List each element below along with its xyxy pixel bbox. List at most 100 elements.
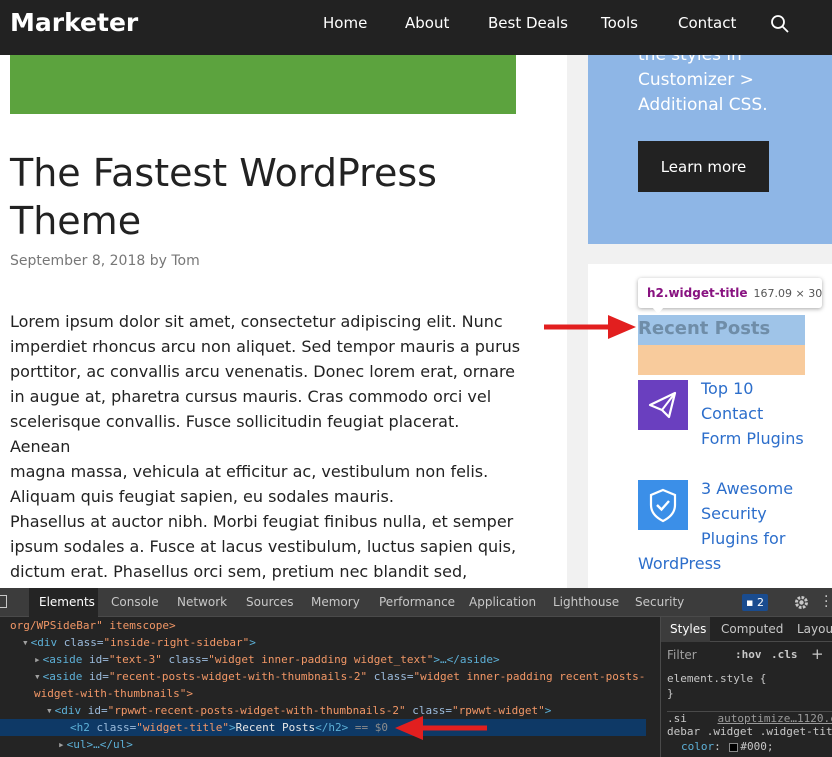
site-logo[interactable]: Marketer [10,8,138,37]
inspect-highlight-margin [638,345,805,375]
tab-network[interactable]: Network [177,588,227,617]
dom-node[interactable]: org/WPSideBar" itemscope> [10,617,176,634]
paragraph-line: porttitor, ac convallis arcu venenatis. … [10,362,516,381]
rule-selector-line: debar .widget .widget-tit [667,725,832,738]
tab-styles[interactable]: Styles [661,617,710,642]
issues-badge[interactable]: ▪ 2 [742,594,768,611]
paragraph-line: scelerisque convallis. Fusce sollicitudi… [10,412,460,456]
dom-tag: aside [49,653,83,666]
post-link-line[interactable]: Plugins for [701,526,793,551]
rule-declaration[interactable]: color: #000; [681,740,774,753]
paragraph-line: ipsum sodales a. Fusce at lacus vestibul… [10,537,517,556]
promo-text: the styles in Customizer > Additional CS… [638,55,828,118]
post-link-line[interactable]: Top 10 [701,376,804,401]
tab-performance[interactable]: Performance [379,588,455,617]
paragraph-line: Aliquam quis feugiat sapien, eu sodales … [10,487,394,506]
paragraph-line: Lorem ipsum dolor sit amet, consectetur … [10,312,503,331]
post-link-line[interactable]: 3 Awesome [701,476,793,501]
shield-check-icon[interactable] [638,480,688,530]
tab-memory[interactable]: Memory [311,588,360,617]
issues-count: 2 [756,596,764,609]
promo-line: Customizer > [638,70,754,90]
paper-plane-icon[interactable] [638,380,688,430]
paragraph: Phasellus at auctor nibh. Morbi feugiat … [10,509,522,584]
featured-image[interactable] [10,55,516,114]
devtools-tabbar: Elements Console Network Sources Memory … [0,588,832,617]
styles-pane: Styles Computed Layout Filter :hov .cls … [660,617,832,757]
post-meta: September 8, 2018 by Tom [10,253,200,269]
tab-lighthouse[interactable]: Lighthouse [553,588,619,617]
dom-attr-value: widget-with-thumbnails"> [34,687,193,700]
paragraph-line: magna massa, vehicula at efficitur ac, v… [10,462,489,481]
rule-source-link[interactable]: autoptimize…1120.css [718,712,832,725]
paragraph-line: dictum erat. Phasellus orci sem, pretium… [10,562,468,581]
dom-tag: h2 [76,721,90,734]
post-title-line: Theme [10,199,142,243]
dom-selected-marker: == $0 [354,721,388,734]
learn-more-button[interactable]: Learn more [638,141,769,192]
dom-tag: aside [49,670,83,683]
styles-filter-input[interactable]: Filter [667,648,697,662]
collapse-triangle-icon[interactable]: ▾ [22,636,29,649]
promo-line: the styles in [638,55,742,65]
collapse-triangle-icon[interactable]: ▾ [46,704,53,717]
post-date[interactable]: September 8, 2018 [10,253,145,269]
css-value: #000; [740,740,774,753]
expand-triangle-icon[interactable]: ▸ [58,738,65,751]
expand-triangle-icon[interactable]: ▸ [34,653,41,666]
post-link-line[interactable]: Security [701,501,793,526]
site-header: Marketer Home About Best Deals Tools Con… [0,0,832,55]
post-link-line[interactable]: Contact [701,401,804,426]
hov-toggle[interactable]: :hov [735,648,762,661]
post-link-line[interactable]: Form Plugins [701,426,804,451]
tab-security[interactable]: Security [635,588,684,617]
dom-attr-value: "widget inner-padding recent-posts- [413,670,646,683]
recent-post-link[interactable]: Top 10 Contact Form Plugins [701,376,804,451]
more-options-icon[interactable]: · · · [824,590,828,614]
nav-tools[interactable]: Tools [601,14,638,32]
dom-attr-value: "widget-title" [136,721,229,734]
dom-node[interactable]: ▾ <aside id="recent-posts-widget-with-thu… [34,668,645,685]
dom-node[interactable]: ▸ <aside id="text-3" class="widget inner-… [34,651,500,668]
new-rule-icon[interactable]: + [811,645,824,663]
recent-post-link[interactable]: 3 Awesome Security Plugins for [701,476,793,551]
rule-selector: .si [667,712,687,725]
dom-tag: <ul>…</ul> [66,738,133,751]
inspect-tooltip: h2.widget-title 167.09 × 30 [638,278,822,308]
nav-contact[interactable]: Contact [678,14,736,32]
rule-close: } [667,687,674,700]
paragraph-line: Phasellus at auctor nibh. Morbi feugiat … [10,512,514,531]
article: The Fastest WordPress Theme September 8,… [0,55,567,588]
tooltip-pointer [652,307,664,314]
cls-toggle[interactable]: .cls [771,648,798,661]
tab-console[interactable]: Console [111,588,159,617]
nav-about[interactable]: About [405,14,449,32]
issues-icon: ▪ [746,596,754,609]
gear-icon[interactable] [793,594,810,611]
tab-application[interactable]: Application [469,588,536,617]
nav-best-deals[interactable]: Best Deals [488,14,568,32]
nav-home[interactable]: Home [323,14,367,32]
dock-icon[interactable] [0,595,7,608]
paragraph-line: imperdiet rhoncus arcu non aliquet. Sed … [10,337,521,356]
paragraph: Lorem ipsum dolor sit amet, consectetur … [10,309,522,509]
dom-node[interactable]: ▾ <div class="inside-right-sidebar"> [22,634,256,651]
paragraph-line: in augue at, pharetra cursus mauris. Cra… [10,387,492,406]
dom-attr-value: "inside-right-sidebar" [103,636,250,649]
search-icon[interactable] [770,14,790,34]
recent-post-link-wrap[interactable]: WordPress [638,551,721,576]
color-swatch[interactable] [729,742,739,752]
post-author[interactable]: by Tom [150,253,200,269]
tab-sources[interactable]: Sources [246,588,293,617]
dom-attr-value: "text-3" [108,653,162,666]
element-style-rule[interactable]: element.style { [667,672,766,685]
tab-layout[interactable]: Layout [797,617,832,642]
elements-tree: org/WPSideBar" itemscope> ▾ <div class="i… [0,617,650,757]
collapse-triangle-icon[interactable]: ▾ [34,670,41,683]
tab-elements[interactable]: Elements [29,588,98,617]
tab-computed[interactable]: Computed [721,617,783,642]
dom-node-selected[interactable]: <h2 class="widget-title">Recent Posts</h… [0,719,646,736]
styles-tabbar: Styles Computed Layout [661,617,832,642]
dom-node[interactable]: ▸ <ul>…</ul> [58,736,133,753]
red-arrow-icon [544,315,636,339]
